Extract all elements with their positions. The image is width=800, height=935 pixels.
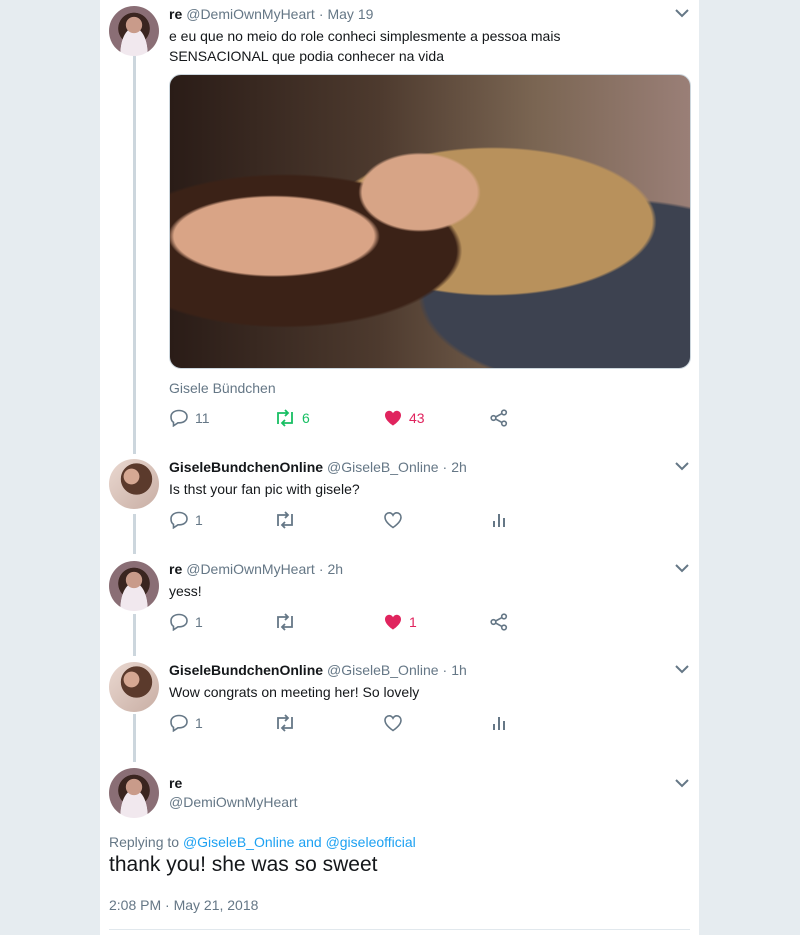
timeline-column: re @DemiOwnMyHeart · May 19 e eu que no mei… [100,0,699,935]
replying-to: Replying to @GiseleB_Online and @giseleo… [109,834,416,850]
replying-to-label: Replying to [109,834,180,850]
avatar[interactable] [109,768,159,818]
main-tweet: re @DemiOwnMyHeart Replying to @GiseleB_… [100,0,699,935]
main-tweet-text: thank you! she was so sweet [109,853,378,876]
display-name[interactable]: re [169,775,182,791]
chevron-down-icon[interactable] [675,778,689,788]
tweet-timestamp[interactable]: 2:08 PM · May 21, 2018 [109,897,258,913]
replying-to-links[interactable]: @GiseleB_Online and @giseleofficial [183,834,416,850]
user-handle[interactable]: @DemiOwnMyHeart [169,794,298,810]
divider [109,929,690,930]
